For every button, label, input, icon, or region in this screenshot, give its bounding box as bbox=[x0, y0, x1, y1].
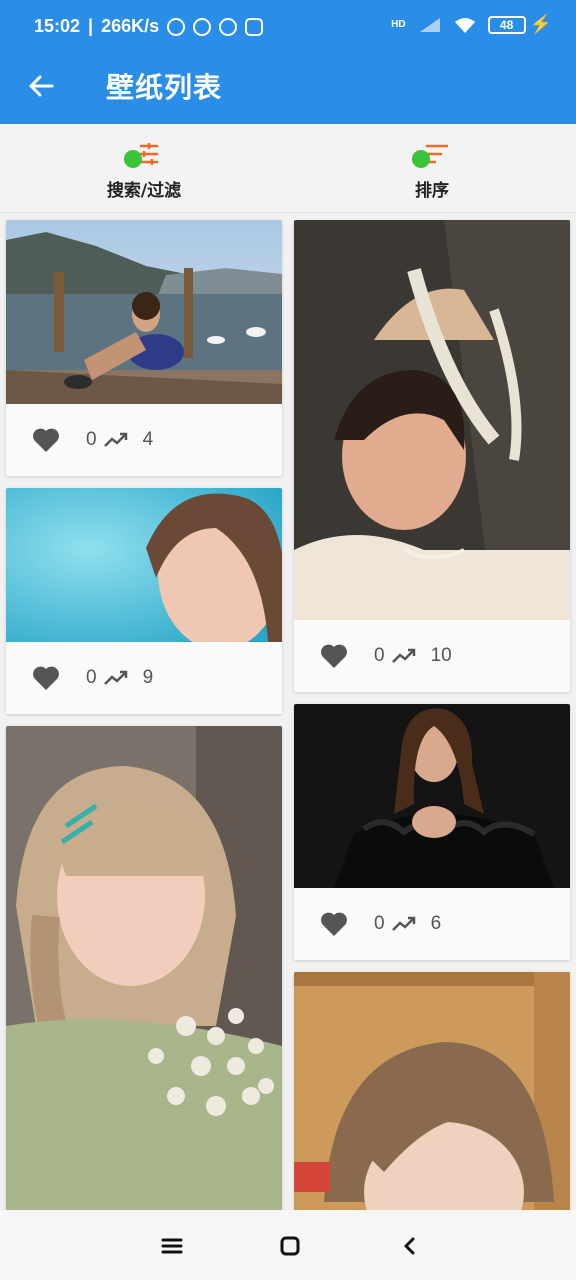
views-count: 10 bbox=[430, 645, 452, 666]
wallpaper-card[interactable]: 0 4 bbox=[6, 220, 282, 476]
wallpaper-image[interactable] bbox=[6, 726, 282, 1210]
wallpaper-card[interactable]: 0 9 bbox=[6, 488, 282, 714]
likes-count: 0 bbox=[374, 645, 385, 666]
wallpaper-image[interactable] bbox=[294, 704, 570, 888]
views-count: 9 bbox=[142, 667, 154, 688]
trending-icon bbox=[103, 670, 127, 685]
card-stats: 0 10 bbox=[294, 620, 570, 692]
wallpaper-card[interactable]: 0 10 bbox=[294, 220, 570, 692]
likes-count: 0 bbox=[86, 667, 97, 688]
card-stats: 0 6 bbox=[294, 888, 570, 960]
wifi-icon bbox=[454, 17, 475, 33]
card-stats: 0 4 bbox=[6, 404, 282, 476]
page-title: 壁纸列表 bbox=[106, 71, 223, 104]
check-icon bbox=[412, 150, 430, 168]
check-icon bbox=[124, 150, 142, 168]
hd-icon: HD bbox=[391, 19, 406, 30]
wallpaper-card[interactable] bbox=[294, 972, 570, 1210]
toolbar: 壁纸列表 bbox=[0, 56, 576, 124]
trending-icon bbox=[391, 916, 415, 931]
heart-icon[interactable] bbox=[32, 427, 60, 453]
heart-icon[interactable] bbox=[320, 911, 348, 937]
heart-icon[interactable] bbox=[320, 643, 348, 669]
wallpaper-card[interactable]: 0 6 bbox=[294, 704, 570, 960]
signal-icon bbox=[419, 17, 440, 32]
app-bar: 15:02 | 266K/s HD 48 ⚡ 壁纸列表 bbox=[0, 0, 576, 124]
filter-bar: 搜索/过滤 排序 bbox=[0, 124, 576, 213]
wallpaper-grid[interactable]: 0 4 0 10 0 9 0 6 bbox=[0, 214, 576, 1210]
likes-count: 0 bbox=[86, 429, 97, 450]
card-stats: 0 9 bbox=[6, 642, 282, 714]
wallpaper-image[interactable] bbox=[294, 220, 570, 620]
views-count: 6 bbox=[430, 913, 442, 934]
heart-icon[interactable] bbox=[32, 665, 60, 691]
status-bar: 15:02 | 266K/s HD 48 ⚡ bbox=[34, 14, 552, 36]
wallpaper-image[interactable] bbox=[6, 220, 282, 404]
search-filter-button[interactable]: 搜索/过滤 bbox=[54, 142, 234, 201]
alarm-icon bbox=[193, 17, 212, 36]
home-icon[interactable] bbox=[276, 1232, 304, 1260]
likes-count: 0 bbox=[374, 913, 385, 934]
wallpaper-card[interactable] bbox=[6, 726, 282, 1210]
battery-icon: 48 bbox=[487, 15, 526, 34]
sort-button[interactable]: 排序 bbox=[342, 142, 522, 201]
back-icon[interactable] bbox=[396, 1232, 424, 1260]
mute-icon bbox=[167, 17, 186, 36]
sort-label: 排序 bbox=[415, 181, 449, 201]
charging-icon: ⚡ bbox=[529, 14, 552, 34]
message-icon bbox=[245, 17, 264, 36]
system-nav-bar bbox=[0, 1210, 576, 1280]
trending-icon bbox=[103, 432, 127, 447]
search-filter-label: 搜索/过滤 bbox=[106, 181, 182, 201]
wallpaper-image[interactable] bbox=[6, 488, 282, 642]
trending-icon bbox=[391, 648, 415, 663]
views-count: 4 bbox=[142, 429, 154, 450]
app-notification-icon bbox=[219, 17, 238, 36]
menu-icon[interactable] bbox=[158, 1232, 186, 1260]
network-speed: 266K/s bbox=[101, 16, 160, 36]
arrow-left-icon[interactable] bbox=[26, 70, 58, 102]
status-time: 15:02 bbox=[34, 16, 81, 36]
wallpaper-image[interactable] bbox=[294, 972, 570, 1210]
